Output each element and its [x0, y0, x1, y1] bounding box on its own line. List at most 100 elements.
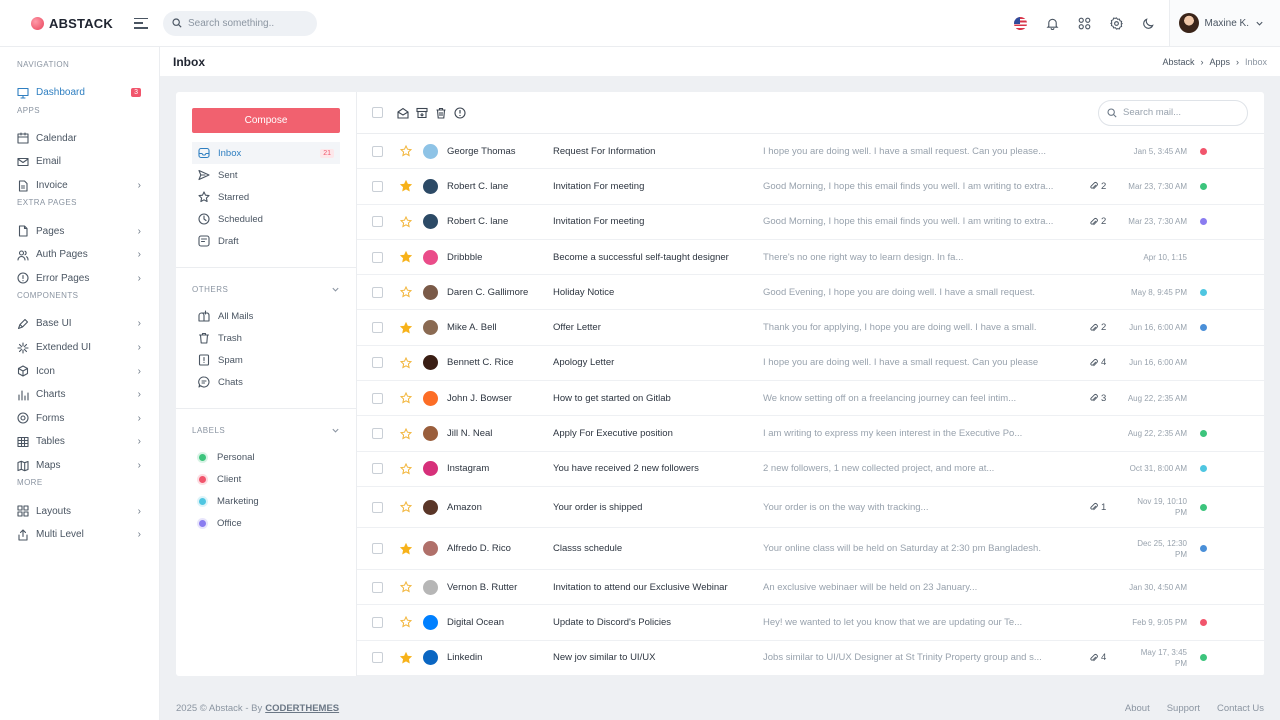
- folder-all-mails[interactable]: All Mails: [192, 305, 340, 327]
- mail-row[interactable]: George Thomas Request For Information I …: [357, 134, 1264, 170]
- folder-starred[interactable]: Starred: [192, 186, 340, 208]
- mark-read-icon[interactable]: [397, 107, 409, 119]
- sidebar-item-pages[interactable]: Pages ›: [0, 219, 159, 243]
- settings-button[interactable]: [1101, 16, 1133, 30]
- select-all-checkbox[interactable]: [372, 107, 383, 118]
- label-client[interactable]: Client: [192, 468, 340, 490]
- language-flag-button[interactable]: [1005, 16, 1037, 30]
- folder-trash[interactable]: Trash: [192, 327, 340, 349]
- mail-row[interactable]: Vernon B. Rutter Invitation to attend ou…: [357, 570, 1264, 606]
- report-spam-icon[interactable]: [454, 106, 466, 119]
- sidebar-item-extended-ui[interactable]: Extended UI ›: [0, 336, 159, 360]
- row-checkbox[interactable]: [372, 392, 383, 404]
- theme-toggle-button[interactable]: [1133, 17, 1165, 30]
- star-icon[interactable]: [400, 462, 412, 475]
- sidebar-item-layouts[interactable]: Layouts ›: [0, 499, 159, 523]
- star-icon[interactable]: [400, 145, 412, 157]
- sidebar-item-calendar[interactable]: Calendar: [0, 127, 159, 151]
- mail-row[interactable]: Linkedin New jov similar to UI/UX Jobs s…: [357, 641, 1264, 676]
- sidebar-item-base-ui[interactable]: Base UI ›: [0, 312, 159, 336]
- labels-section-header[interactable]: LABELS: [192, 426, 340, 435]
- mail-search[interactable]: [1098, 99, 1248, 126]
- sidebar-item-maps[interactable]: Maps ›: [0, 454, 159, 478]
- sidebar-item-multi-level[interactable]: Multi Level ›: [0, 523, 159, 547]
- mail-row[interactable]: Dribbble Become a successful self-taught…: [357, 240, 1264, 276]
- row-checkbox[interactable]: [372, 216, 383, 228]
- footer-link-about[interactable]: About: [1125, 703, 1150, 714]
- star-icon[interactable]: [400, 286, 412, 298]
- star-filled-icon[interactable]: [400, 542, 412, 555]
- row-checkbox[interactable]: [372, 501, 383, 513]
- mail-row[interactable]: Alfredo D. Rico Classs schedule Your onl…: [357, 528, 1264, 570]
- row-checkbox[interactable]: [372, 322, 383, 334]
- sidebar-item-icon[interactable]: Icon ›: [0, 359, 159, 383]
- mail-row[interactable]: Instagram You have received 2 new follow…: [357, 452, 1264, 487]
- star-icon[interactable]: [400, 501, 412, 513]
- mail-row[interactable]: Digital Ocean Update to Discord's Polici…: [357, 605, 1264, 641]
- star-icon[interactable]: [400, 215, 412, 228]
- star-filled-icon[interactable]: [400, 651, 412, 664]
- row-checkbox[interactable]: [372, 357, 383, 369]
- star-filled-icon[interactable]: [400, 180, 412, 192]
- label-marketing[interactable]: Marketing: [192, 490, 340, 512]
- global-search-input[interactable]: [188, 17, 308, 29]
- sidebar-item-auth-pages[interactable]: Auth Pages ›: [0, 243, 159, 267]
- star-filled-icon[interactable]: [400, 321, 412, 334]
- footer-brand-link[interactable]: CODERTHEMES: [265, 703, 339, 714]
- label-office[interactable]: Office: [192, 512, 340, 534]
- row-checkbox[interactable]: [372, 180, 383, 192]
- others-section-header[interactable]: OTHERS: [192, 285, 340, 294]
- breadcrumb-item[interactable]: Apps: [1209, 57, 1230, 67]
- star-filled-icon[interactable]: [400, 251, 412, 263]
- mail-row[interactable]: Amazon Your order is shipped Your order …: [357, 487, 1264, 529]
- star-icon[interactable]: [400, 616, 412, 628]
- user-menu[interactable]: Maxine K.: [1168, 0, 1280, 46]
- sidebar-item-invoice[interactable]: Invoice ›: [0, 174, 159, 198]
- folder-inbox[interactable]: Inbox 21: [192, 142, 340, 164]
- sidebar-item-dashboard[interactable]: Dashboard 3: [0, 81, 159, 105]
- footer-link-contact[interactable]: Contact Us: [1217, 703, 1264, 714]
- sidebar-item-email[interactable]: Email: [0, 150, 159, 174]
- mail-row[interactable]: Daren C. Gallimore Holiday Notice Good E…: [357, 275, 1264, 311]
- star-icon[interactable]: [400, 581, 412, 593]
- mail-row[interactable]: Jill N. Neal Apply For Executive positio…: [357, 416, 1264, 452]
- mail-row[interactable]: Robert C. lane Invitation For meeting Go…: [357, 205, 1264, 240]
- breadcrumb-item[interactable]: Abstack: [1162, 57, 1194, 67]
- row-checkbox[interactable]: [372, 428, 383, 440]
- mail-row[interactable]: John J. Bowser How to get started on Git…: [357, 381, 1264, 417]
- folder-sent[interactable]: Sent: [192, 164, 340, 186]
- footer-link-support[interactable]: Support: [1167, 703, 1200, 714]
- row-checkbox[interactable]: [372, 652, 383, 664]
- star-icon[interactable]: [400, 392, 412, 404]
- row-checkbox[interactable]: [372, 616, 383, 628]
- folder-scheduled[interactable]: Scheduled: [192, 208, 340, 230]
- star-icon[interactable]: [400, 356, 412, 369]
- row-checkbox[interactable]: [372, 581, 383, 593]
- sidebar-item-charts[interactable]: Charts ›: [0, 383, 159, 407]
- star-icon[interactable]: [400, 427, 412, 440]
- mail-search-input[interactable]: [1123, 107, 1233, 118]
- row-checkbox[interactable]: [372, 251, 383, 263]
- notifications-button[interactable]: [1037, 17, 1069, 30]
- mail-date: Aug 22, 2:35 AM: [1127, 393, 1187, 403]
- menu-toggle-icon[interactable]: [134, 17, 148, 29]
- archive-icon[interactable]: [416, 107, 428, 119]
- mail-row[interactable]: Bennett C. Rice Apology Letter I hope yo…: [357, 346, 1264, 382]
- row-checkbox[interactable]: [372, 463, 383, 475]
- compose-button[interactable]: Compose: [192, 108, 340, 133]
- folder-draft[interactable]: Draft: [192, 230, 340, 252]
- folder-spam[interactable]: Spam: [192, 349, 340, 371]
- global-search[interactable]: [163, 10, 317, 36]
- label-personal[interactable]: Personal: [192, 446, 340, 468]
- sidebar-item-forms[interactable]: Forms ›: [0, 407, 159, 431]
- sidebar-item-error-pages[interactable]: Error Pages ›: [0, 267, 159, 291]
- delete-icon[interactable]: [435, 107, 447, 119]
- folder-chats[interactable]: Chats: [192, 371, 340, 393]
- mail-row[interactable]: Robert C. lane Invitation For meeting Go…: [357, 169, 1264, 205]
- mail-row[interactable]: Mike A. Bell Offer Letter Thank you for …: [357, 310, 1264, 346]
- row-checkbox[interactable]: [372, 286, 383, 298]
- sidebar-item-tables[interactable]: Tables ›: [0, 430, 159, 454]
- row-checkbox[interactable]: [372, 145, 383, 157]
- row-checkbox[interactable]: [372, 543, 383, 555]
- apps-button[interactable]: [1069, 17, 1101, 30]
